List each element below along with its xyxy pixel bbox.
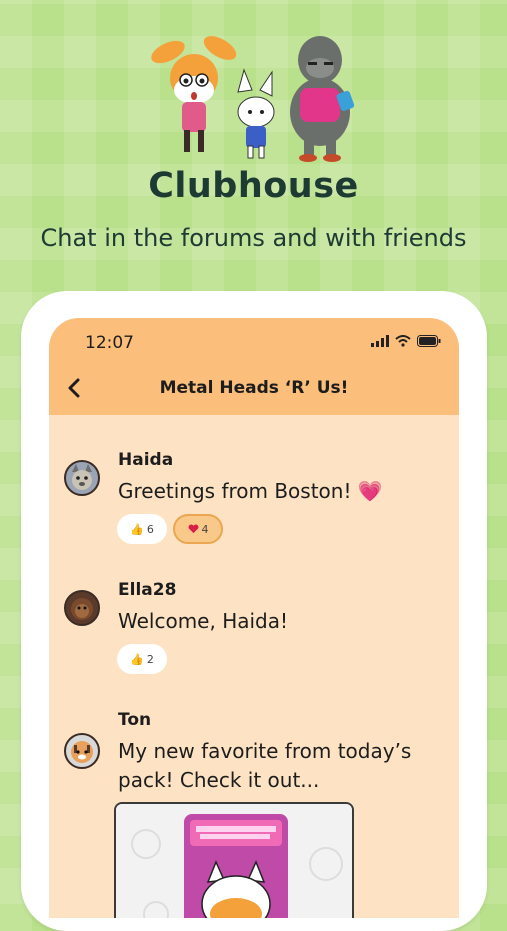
bird-avatar-icon	[71, 598, 93, 620]
gorilla-character	[290, 36, 355, 162]
room-title: Metal Heads ‘R’ Us!	[159, 378, 349, 398]
reaction-thumbs-up[interactable]: 👍 2	[117, 644, 167, 674]
status-time: 12:07	[85, 333, 134, 353]
heart-icon	[188, 524, 198, 534]
tiger-avatar-icon	[71, 741, 93, 763]
image-attachment[interactable]	[114, 802, 354, 918]
reaction-count: 6	[146, 522, 154, 536]
message-text: Greetings from Boston! 💗	[118, 479, 383, 503]
avatar[interactable]	[64, 460, 100, 496]
headline: Clubhouse	[148, 166, 359, 206]
message-author: Haida	[118, 450, 174, 470]
reaction-count: 4	[201, 522, 209, 536]
fox-character	[237, 68, 275, 159]
sticker-card-image	[116, 804, 352, 918]
subheadline: Chat in the forums and with friends	[40, 224, 467, 252]
phone-screen: 12:07 Metal Heads ‘R’ Us! Haida Greeting…	[49, 318, 459, 918]
battery-icon	[417, 335, 441, 347]
message-author: Ella28	[118, 580, 177, 600]
wifi-icon	[395, 335, 411, 347]
status-icons	[371, 335, 441, 347]
message-text: Welcome, Haida!	[118, 609, 289, 633]
thumbs-up-icon: 👍	[130, 652, 144, 666]
message-text: My new favorite from today’s pack! Check…	[118, 739, 412, 792]
avatar[interactable]	[64, 733, 100, 769]
hero-section: Clubhouse Chat in the forums and with fr…	[0, 0, 507, 280]
thumbs-up-icon: 👍	[130, 522, 144, 536]
signal-icon	[371, 335, 389, 347]
reaction-count: 2	[146, 652, 154, 666]
characters-illustration	[151, 36, 355, 162]
chat-header: 12:07 Metal Heads ‘R’ Us!	[49, 318, 459, 415]
reaction-thumbs-up[interactable]: 👍 6	[117, 514, 167, 544]
deer-character	[151, 36, 237, 152]
hyena-avatar-icon	[72, 464, 92, 490]
message-author: Ton	[118, 710, 152, 730]
avatar[interactable]	[64, 590, 100, 626]
reaction-heart[interactable]: 4	[173, 514, 223, 544]
